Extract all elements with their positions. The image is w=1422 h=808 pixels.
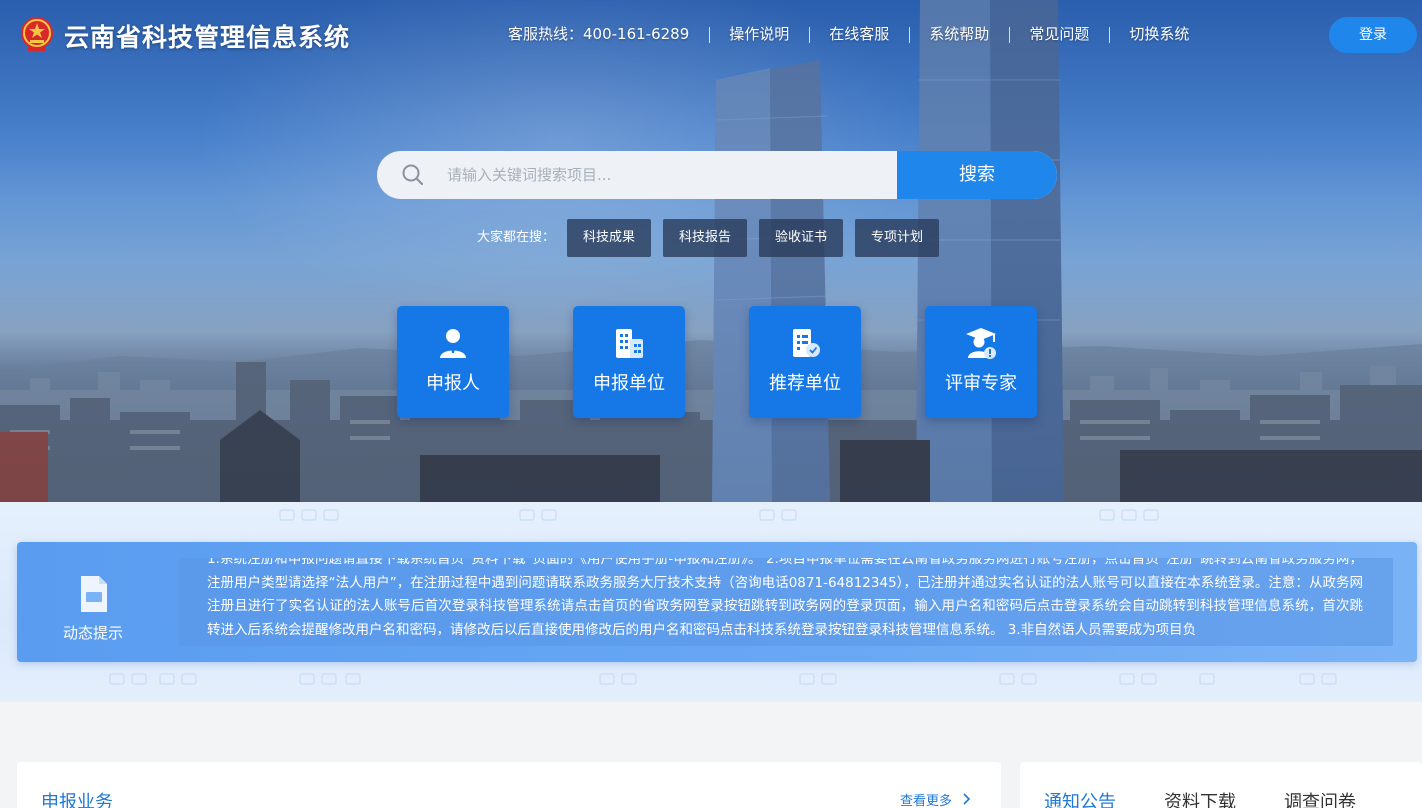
- chevron-right-icon: [963, 793, 971, 805]
- role-card-applicant-unit[interactable]: 申报单位: [573, 306, 685, 418]
- panel-title: 申报业务: [41, 792, 113, 808]
- info-tabs-panel: 通知公告 资料下载 调查问卷: [1020, 762, 1422, 808]
- hot-search-tags: 科技成果 科技报告 验收证书 专项计划: [567, 219, 940, 257]
- nav-item-guide[interactable]: 操作说明: [709, 24, 809, 44]
- view-more-link[interactable]: 查看更多: [900, 790, 952, 808]
- notice-text: 1.系统注册和申报问题请直接下载系统首页“资料下载”页面的《用户使用手册-申报和…: [207, 558, 1363, 638]
- role-card-recommend-unit[interactable]: 推荐单位: [749, 306, 861, 418]
- role-card-label: 申报单位: [593, 373, 665, 394]
- graduate-icon: [966, 328, 996, 359]
- notice-scroll-box[interactable]: 1.系统注册和申报问题请直接下载系统首页“资料下载”页面的《用户使用手册-申报和…: [179, 558, 1393, 646]
- login-button[interactable]: 登录: [1329, 17, 1417, 53]
- site-title: 云南省科技管理信息系统: [64, 23, 351, 52]
- search-input[interactable]: [447, 151, 893, 199]
- national-emblem-logo: [21, 17, 53, 51]
- tab-survey[interactable]: 调查问卷: [1284, 788, 1356, 808]
- tab-downloads[interactable]: 资料下载: [1164, 788, 1236, 808]
- notice-panel: 动态提示 1.系统注册和申报问题请直接下载系统首页“资料下载”页面的《用户使用手…: [17, 542, 1417, 662]
- role-card-label: 推荐单位: [769, 373, 841, 394]
- notice-label: 动态提示: [62, 624, 123, 642]
- hot-search-label: 大家都在搜：: [477, 230, 556, 245]
- hot-tag-sci-achievement[interactable]: 科技成果: [567, 219, 652, 257]
- top-header: 云南省科技管理信息系统 客服热线：400-161-6289 操作说明 在线客服 …: [0, 0, 1422, 70]
- hot-tag-acceptance-cert[interactable]: 验收证书: [759, 219, 844, 257]
- notice-document-icon: [81, 576, 107, 612]
- search-button[interactable]: 搜索: [897, 151, 1057, 199]
- declaration-business-panel: 申报业务 查看更多: [17, 762, 1001, 808]
- role-card-review-expert[interactable]: 评审专家: [925, 306, 1037, 418]
- user-icon: [440, 329, 466, 358]
- building-icon: [616, 329, 643, 358]
- info-tabs: 通知公告 资料下载 调查问卷: [1044, 788, 1356, 808]
- top-nav: 客服热线：400-161-6289 操作说明 在线客服 系统帮助 常见问题 切换…: [496, 23, 1209, 45]
- hot-tag-sci-report[interactable]: 科技报告: [663, 219, 748, 257]
- search-bar: 搜索: [377, 151, 1057, 199]
- hotline-text: 客服热线：400-161-6289: [508, 25, 690, 43]
- search-icon: [402, 164, 424, 186]
- nav-item-switch-system[interactable]: 切换系统: [1109, 24, 1209, 44]
- role-card-applicant[interactable]: 申报人: [397, 306, 509, 418]
- role-card-label: 申报人: [426, 373, 480, 394]
- hot-tag-special-plan[interactable]: 专项计划: [855, 219, 940, 257]
- nav-item-faq[interactable]: 常见问题: [1009, 24, 1109, 44]
- role-card-label: 评审专家: [945, 373, 1017, 394]
- nav-item-help[interactable]: 系统帮助: [909, 24, 1009, 44]
- nav-item-online-service[interactable]: 在线客服: [809, 24, 909, 44]
- tab-announcements[interactable]: 通知公告: [1044, 788, 1116, 808]
- document-badge-icon: [793, 329, 820, 357]
